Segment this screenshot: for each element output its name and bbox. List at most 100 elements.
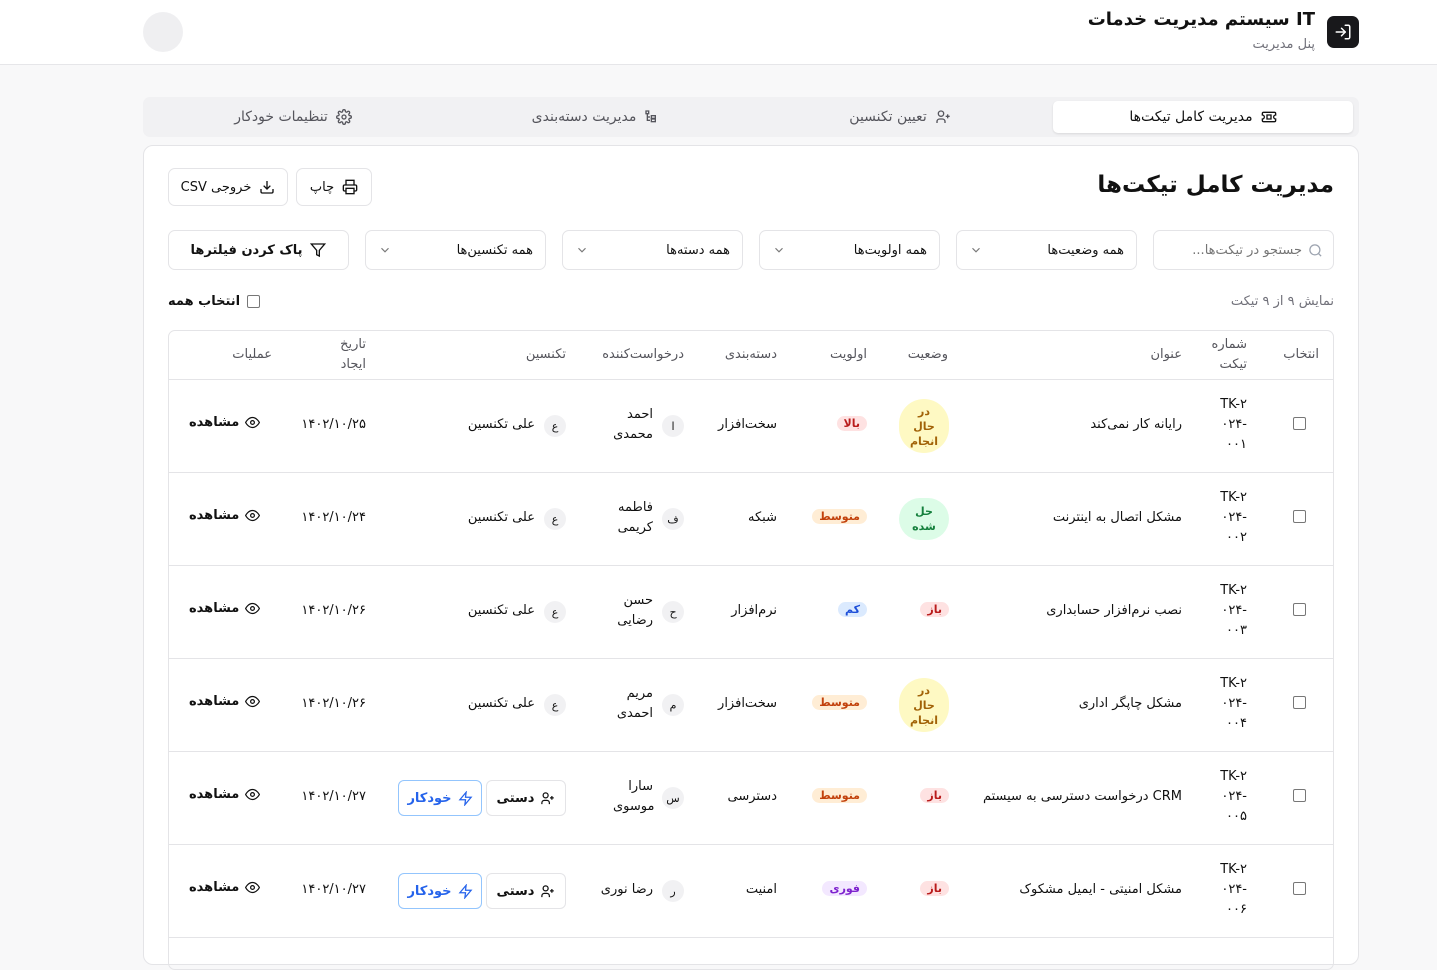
- manual-assign-button[interactable]: دستی: [486, 873, 566, 909]
- row-checkbox[interactable]: [1293, 510, 1306, 523]
- tab-label: مدیریت کامل تیکت‌ها: [1129, 109, 1253, 125]
- priority-badge: متوسط: [812, 509, 867, 524]
- search-box[interactable]: [1153, 230, 1334, 270]
- export-label: خروجی CSV: [180, 179, 252, 195]
- table-header-row: انتخاب شماره تیکت عنوان وضعیت اولویت دست…: [169, 331, 1333, 380]
- category-text: دسترسی: [727, 789, 777, 804]
- header-title: عنوان: [1150, 347, 1182, 362]
- select-all[interactable]: انتخاب همه: [168, 294, 261, 309]
- header-select: انتخاب: [1283, 347, 1319, 362]
- view-button[interactable]: مشاهده: [189, 787, 261, 802]
- tab-assign-technician[interactable]: تعیین تکنسین: [750, 101, 1050, 133]
- user-plus-icon: [936, 110, 950, 123]
- category-text: امنیت: [745, 882, 777, 897]
- category-text: سخت‌افزار: [718, 417, 777, 432]
- category-text: شبکه: [748, 510, 777, 525]
- technician-avatar: ع: [544, 601, 566, 623]
- tab-label: تنظیمات خودکار: [234, 109, 328, 125]
- ticket-number: TK-۲۰۲۴-۰۰۲: [1220, 490, 1247, 545]
- technician-name: علی تکنسین: [467, 696, 535, 711]
- technician-name: علی تکنسین: [467, 603, 535, 618]
- search-input[interactable]: [1167, 242, 1302, 258]
- category-filter-select[interactable]: همه دسته‌ها: [562, 230, 743, 270]
- view-button[interactable]: مشاهده: [189, 415, 261, 430]
- created-date: ۱۴۰۲/۱۰/۲۴: [301, 510, 366, 525]
- priority-badge: فوری: [822, 881, 867, 896]
- ticket-management-card: مدیریت کامل تیکت‌ها چاپ خروجی CSV همه وض…: [143, 145, 1359, 970]
- export-csv-button[interactable]: خروجی CSV: [168, 168, 288, 206]
- requester-name: احمد محمدی: [613, 407, 653, 442]
- app-header: سیستم مدیریت خدمات IT پنل مدیریت: [0, 0, 1437, 65]
- view-button[interactable]: مشاهده: [189, 694, 261, 709]
- app-title: سیستم مدیریت خدمات IT: [1087, 9, 1315, 30]
- view-button[interactable]: مشاهده: [189, 508, 261, 523]
- row-checkbox[interactable]: [1293, 882, 1306, 895]
- header-created: تاریخ ایجاد: [340, 337, 366, 372]
- app-subtitle: پنل مدیریت: [1252, 37, 1315, 52]
- auto-assign-button[interactable]: خودکار: [398, 873, 482, 909]
- eye-icon: [245, 509, 261, 522]
- header-technician: تکنسین: [525, 347, 566, 362]
- select-all-checkbox[interactable]: [247, 295, 261, 308]
- clear-filters-button[interactable]: پاک کردن فیلترها: [168, 230, 349, 270]
- view-button[interactable]: مشاهده: [189, 601, 261, 616]
- ticket-count-text: نمایش ۹ از ۹ تیکت: [1230, 294, 1334, 309]
- auto-assign-button[interactable]: خودکار: [398, 780, 482, 816]
- user-avatar[interactable]: [143, 12, 183, 52]
- requester-name: حسن رضایی: [617, 593, 653, 628]
- user-plus-icon: [541, 791, 555, 804]
- printer-icon: [342, 179, 358, 195]
- tab-label: تعیین تکنسین: [849, 109, 927, 125]
- header-actions: عملیات: [232, 347, 272, 362]
- header-priority: اولویت: [830, 347, 867, 362]
- chevron-down-icon: [381, 247, 389, 253]
- table-row: TK-۲۰۲۴-۰۰۲ مشکل اتصال به اینترنت حل شده…: [169, 473, 1333, 566]
- manual-assign-button[interactable]: دستی: [486, 780, 566, 816]
- print-button[interactable]: چاپ: [296, 168, 372, 206]
- technician-filter-value: همه تکنسین‌ها: [456, 242, 533, 258]
- created-date: ۱۴۰۲/۱۰/۲۶: [301, 603, 366, 618]
- tab-ticket-management[interactable]: مدیریت کامل تیکت‌ها: [1053, 101, 1353, 133]
- logout-button[interactable]: [1327, 16, 1359, 48]
- status-badge: در حال انجام: [899, 399, 949, 453]
- row-checkbox[interactable]: [1293, 603, 1306, 616]
- table-row: TK-۲۰۲۴-۰۰۶ مشکل امنیتی - ایمیل مشکوک با…: [169, 845, 1333, 938]
- auto-assign-label: خودکار: [407, 790, 452, 806]
- created-date: ۱۴۰۲/۱۰/۲۶: [301, 696, 366, 711]
- auto-assign-label: خودکار: [407, 883, 452, 899]
- ticket-title: رایانه کار نمی‌کند: [1090, 417, 1182, 432]
- ticket-title: مشکل امنیتی - ایمیل مشکوک: [1019, 882, 1182, 897]
- table-row: TK-۲۰۲۴-۰۰۱ رایانه کار نمی‌کند در حال ان…: [169, 380, 1333, 473]
- technician-filter-select[interactable]: همه تکنسین‌ها: [365, 230, 546, 270]
- status-filter-select[interactable]: همه وضعیت‌ها: [956, 230, 1137, 270]
- category-tree-icon: [645, 110, 657, 123]
- ticket-number: TK-۲۰۲۴-۰۰۴: [1220, 676, 1247, 731]
- status-badge: حل شده: [899, 498, 949, 540]
- priority-filter-select[interactable]: همه اولویت‌ها: [759, 230, 940, 270]
- view-button[interactable]: مشاهده: [189, 880, 261, 895]
- tab-category-management[interactable]: مدیریت دسته‌بندی: [446, 101, 746, 133]
- ticket-number: TK-۲۰۲۴-۰۰۶: [1220, 862, 1247, 917]
- download-icon: [260, 181, 275, 194]
- logout-icon: [1335, 24, 1351, 40]
- status-text: حل شده: [912, 505, 936, 533]
- row-checkbox[interactable]: [1293, 696, 1306, 709]
- requester-name: سارا موسوی: [613, 779, 655, 814]
- technician-avatar: ع: [544, 415, 566, 437]
- row-checkbox[interactable]: [1293, 417, 1306, 430]
- status-badge: باز: [920, 881, 949, 896]
- requester-avatar: ا: [662, 415, 684, 437]
- chevron-down-icon: [972, 247, 980, 253]
- ticket-title: درخواست دسترسی به سیستم CRM: [982, 789, 1182, 804]
- created-date: ۱۴۰۲/۱۰/۲۷: [301, 789, 366, 804]
- eye-icon: [245, 881, 261, 894]
- requester-avatar: ح: [662, 601, 684, 623]
- view-label: مشاهده: [189, 694, 240, 709]
- tab-auto-settings[interactable]: تنظیمات خودکار: [143, 101, 443, 133]
- priority-badge: بالا: [836, 416, 867, 431]
- user-plus-icon: [541, 884, 555, 897]
- gear-icon: [335, 109, 352, 125]
- created-date: ۱۴۰۲/۱۰/۲۷: [301, 882, 366, 897]
- row-checkbox[interactable]: [1293, 789, 1306, 802]
- priority-badge: متوسط: [812, 695, 867, 710]
